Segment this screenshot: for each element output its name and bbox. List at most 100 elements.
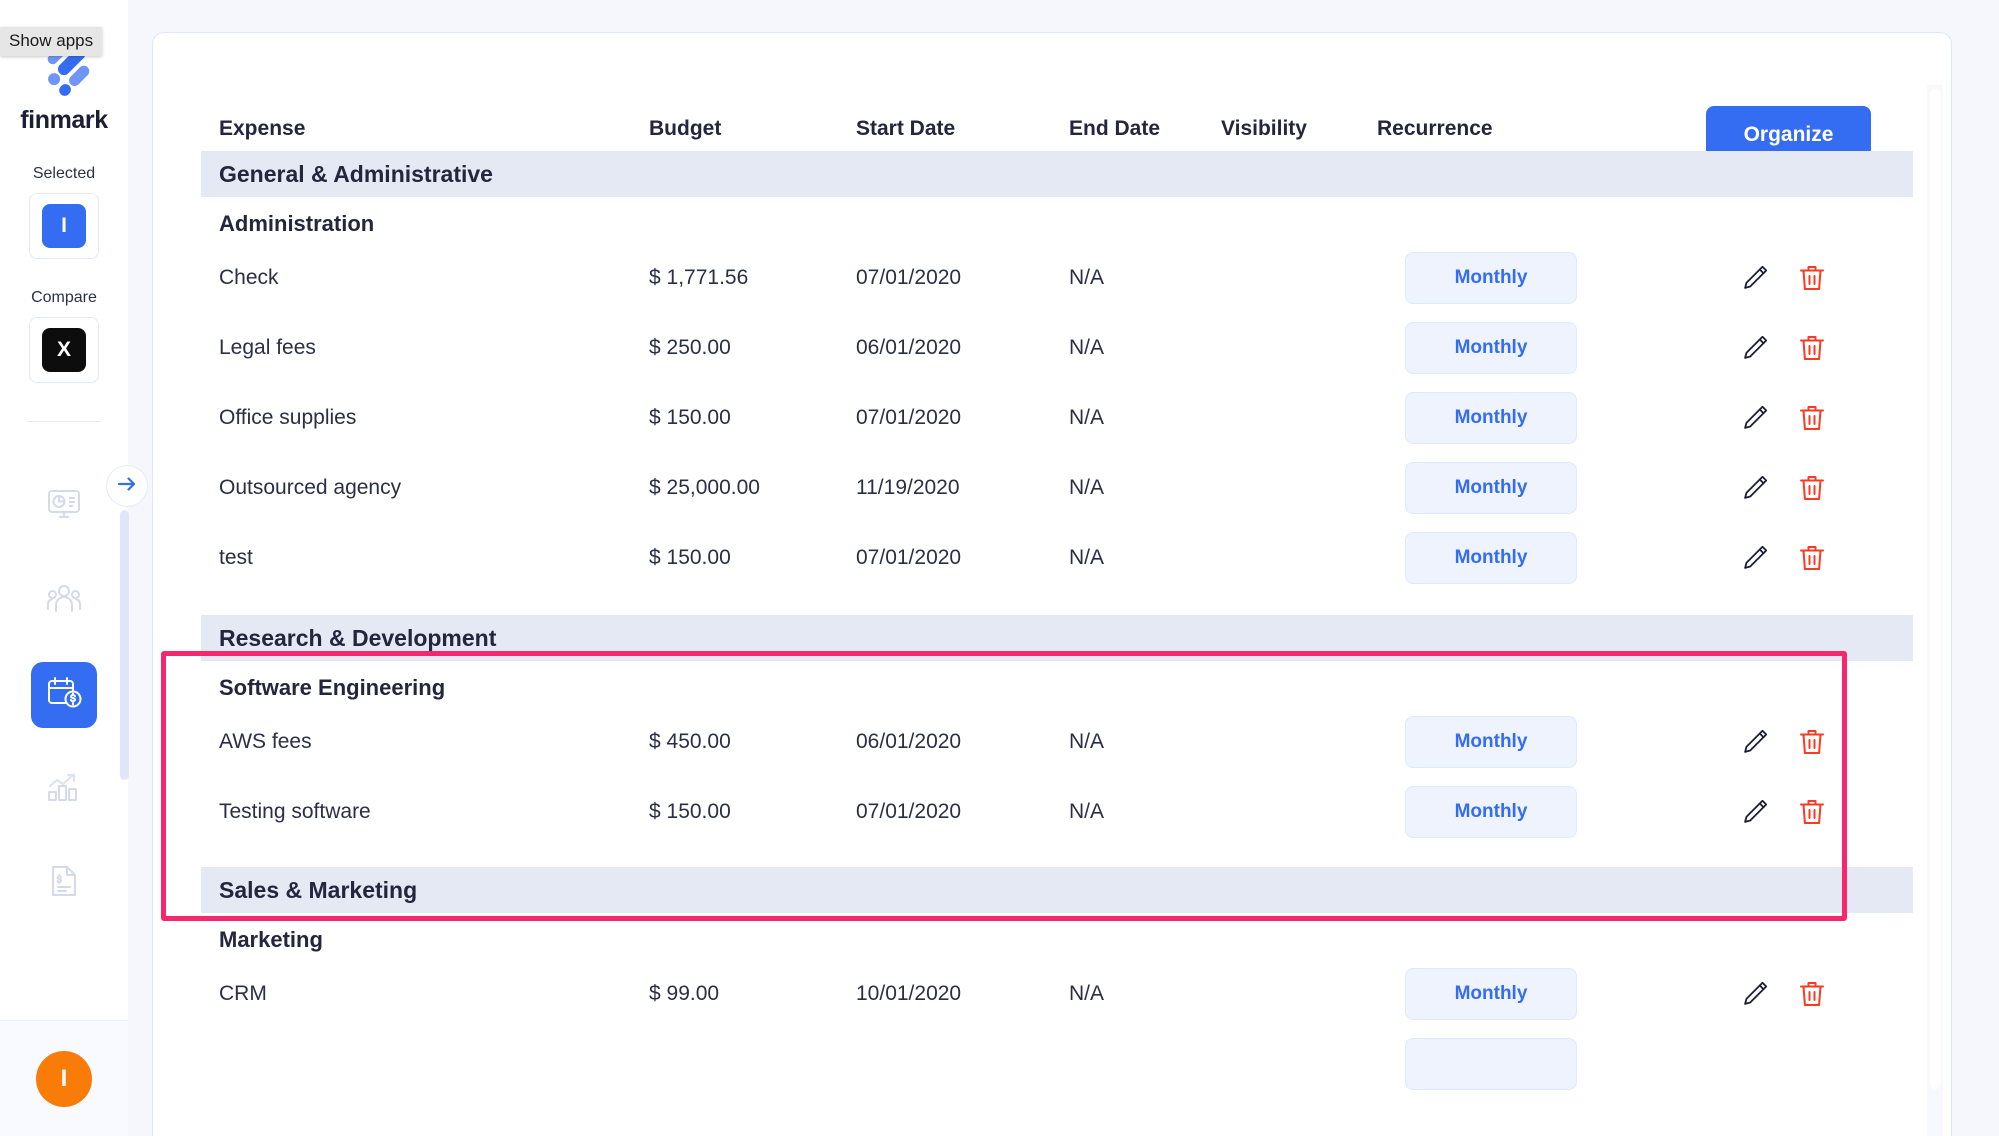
cell-start-date: 06/01/2020	[856, 730, 962, 753]
column-header-budget: Budget	[649, 117, 722, 140]
group-header-label: Sales & Marketing	[219, 876, 418, 903]
table-header: Expense Budget Start Date End Date Visib…	[153, 33, 1951, 163]
table-row[interactable]	[201, 1029, 1913, 1099]
content-scrollbar-thumb[interactable]	[1930, 89, 1941, 1089]
recurrence-button[interactable]: Monthly	[1405, 392, 1577, 444]
cell-start-date: 07/01/2020	[856, 800, 962, 823]
edit-row-button[interactable]	[1741, 798, 1769, 826]
delete-row-button[interactable]	[1799, 544, 1825, 572]
cell-end-date: N/A	[1069, 800, 1105, 823]
compare-scenario-chip: X	[42, 328, 86, 372]
recurrence-button[interactable]: Monthly	[1405, 968, 1577, 1020]
cell-start-date: 11/19/2020	[856, 476, 960, 499]
sidebar-item-reports[interactable]	[31, 850, 97, 916]
trash-delete-icon	[1799, 730, 1825, 759]
cell-expense: Legal fees	[219, 336, 316, 359]
edit-row-button[interactable]	[1741, 728, 1769, 756]
recurrence-button[interactable]: Monthly	[1405, 786, 1577, 838]
cell-end-date: N/A	[1069, 546, 1105, 569]
cell-budget: $ 25,000.00	[649, 476, 760, 499]
sidebar-item-headcount[interactable]	[31, 568, 97, 634]
edit-row-button[interactable]	[1741, 544, 1769, 572]
pencil-edit-icon	[1741, 729, 1769, 759]
recurrence-button[interactable]: Monthly	[1405, 322, 1577, 374]
trash-delete-icon	[1799, 336, 1825, 365]
table-row[interactable]: Testing software $ 150.00 07/01/2020 N/A…	[201, 777, 1913, 847]
brand-logo[interactable]: finmark	[20, 44, 108, 135]
table-row[interactable]: CRM $ 99.00 10/01/2020 N/A Monthly	[201, 959, 1913, 1029]
delete-row-button[interactable]	[1799, 404, 1825, 432]
subgroup-header-marketing: Marketing	[219, 927, 323, 952]
cell-expense: Outsourced agency	[219, 476, 402, 499]
edit-row-button[interactable]	[1741, 334, 1769, 362]
row-actions	[1741, 728, 1825, 756]
recurrence-button[interactable]: Monthly	[1405, 716, 1577, 768]
pencil-edit-icon	[1741, 799, 1769, 829]
cell-end-date: N/A	[1069, 730, 1105, 753]
sidebar-scrollbar[interactable]	[120, 510, 129, 780]
table-row[interactable]: Outsourced agency $ 25,000.00 11/19/2020…	[201, 453, 1913, 523]
document-dollar-icon	[47, 864, 81, 903]
arrow-right-icon	[116, 473, 138, 500]
cell-budget: $ 150.00	[649, 800, 731, 823]
cell-expense: test	[219, 546, 253, 569]
pencil-edit-icon	[1741, 981, 1769, 1011]
cell-expense: Office supplies	[219, 406, 357, 429]
edit-row-button[interactable]	[1741, 980, 1769, 1008]
left-sidebar: finmark Selected I Compare X I	[0, 0, 128, 1136]
avatar[interactable]: I	[36, 1050, 92, 1107]
trash-delete-icon	[1799, 800, 1825, 829]
table-row[interactable]: Legal fees $ 250.00 06/01/2020 N/A Month…	[201, 313, 1913, 383]
edit-row-button[interactable]	[1741, 264, 1769, 292]
sidebar-divider	[28, 421, 100, 422]
delete-row-button[interactable]	[1799, 728, 1825, 756]
edit-row-button[interactable]	[1741, 404, 1769, 432]
subgroup-header-administration: Administration	[219, 211, 375, 236]
group-header-label: Research & Development	[219, 624, 497, 651]
group-header-research-development[interactable]: Research & Development	[201, 615, 1913, 661]
delete-row-button[interactable]	[1799, 980, 1825, 1008]
edit-row-button[interactable]	[1741, 474, 1769, 502]
cell-expense: AWS fees	[219, 730, 312, 753]
group-header-sales-marketing[interactable]: Sales & Marketing	[201, 867, 1913, 913]
compare-scenario-label: Compare	[31, 289, 97, 306]
people-group-icon	[46, 582, 82, 621]
column-header-expense: Expense	[219, 117, 306, 140]
delete-row-button[interactable]	[1799, 474, 1825, 502]
recurrence-button[interactable]	[1405, 1038, 1577, 1090]
cell-start-date: 07/01/2020	[856, 546, 962, 569]
column-header-recurrence: Recurrence	[1377, 117, 1493, 140]
subgroup-header-software-engineering: Software Engineering	[219, 675, 446, 700]
compare-scenario-button[interactable]: X	[29, 317, 99, 383]
selected-scenario-chip: I	[42, 204, 86, 248]
group-header-general-administrative[interactable]: General & Administrative	[201, 151, 1913, 197]
table-row[interactable]: Office supplies $ 150.00 07/01/2020 N/A …	[201, 383, 1913, 453]
column-header-start-date: Start Date	[856, 117, 956, 140]
trash-delete-icon	[1799, 982, 1825, 1011]
sidebar-item-dashboard[interactable]	[31, 474, 97, 540]
delete-row-button[interactable]	[1799, 334, 1825, 362]
recurrence-button[interactable]: Monthly	[1405, 462, 1577, 514]
table-row[interactable]: AWS fees $ 450.00 06/01/2020 N/A Monthly	[201, 707, 1913, 777]
sidebar-item-revenue[interactable]	[31, 756, 97, 822]
column-header-visibility: Visibility	[1221, 117, 1307, 140]
pencil-edit-icon	[1741, 405, 1769, 435]
delete-row-button[interactable]	[1799, 264, 1825, 292]
table-row[interactable]: test $ 150.00 07/01/2020 N/A Monthly	[201, 523, 1913, 593]
delete-row-button[interactable]	[1799, 798, 1825, 826]
pencil-edit-icon	[1741, 475, 1769, 505]
cell-start-date: 07/01/2020	[856, 266, 962, 289]
table-row[interactable]: Check $ 1,771.56 07/01/2020 N/A Monthly	[201, 243, 1913, 313]
row-actions	[1741, 334, 1825, 362]
cell-end-date: N/A	[1069, 476, 1105, 499]
trash-delete-icon	[1799, 266, 1825, 295]
brand-name: finmark	[20, 106, 108, 134]
bar-chart-trend-icon	[46, 770, 82, 809]
selected-scenario-button[interactable]: I	[29, 193, 99, 259]
recurrence-button[interactable]: Monthly	[1405, 532, 1577, 584]
recurrence-button[interactable]: Monthly	[1405, 252, 1577, 304]
sidebar-collapse-button[interactable]	[106, 465, 148, 507]
trash-delete-icon	[1799, 406, 1825, 435]
sidebar-item-expenses[interactable]	[31, 662, 97, 728]
row-actions	[1741, 264, 1825, 292]
